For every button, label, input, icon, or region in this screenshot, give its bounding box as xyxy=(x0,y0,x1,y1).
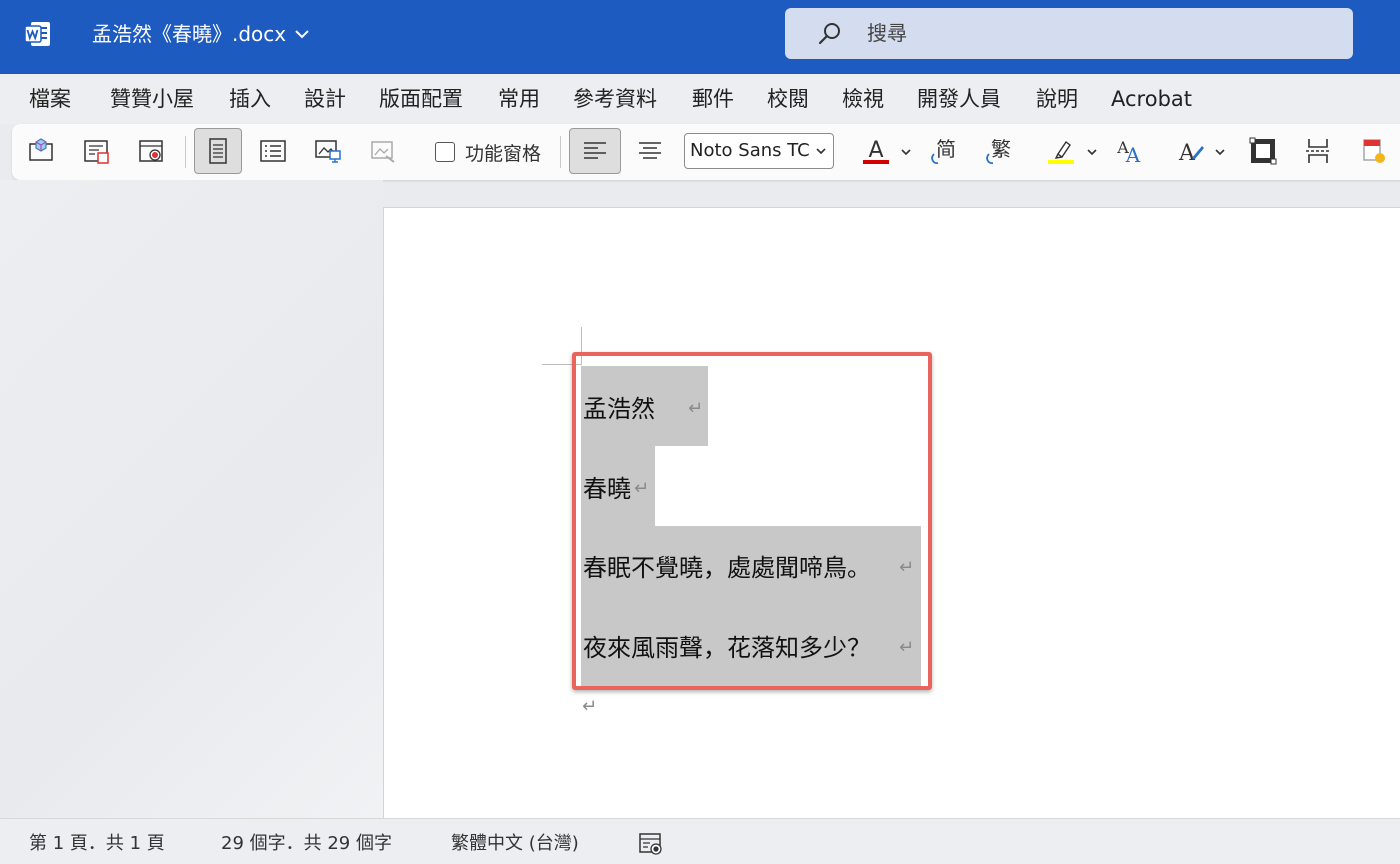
document-page[interactable] xyxy=(383,207,1400,818)
ribbon-separator xyxy=(185,136,186,168)
poem-author[interactable]: 孟浩然 xyxy=(583,393,655,425)
page-break-button[interactable] xyxy=(1294,128,1342,174)
highlighter-icon xyxy=(1048,140,1074,164)
tab-layout[interactable]: 版面配置 xyxy=(379,84,463,114)
grow-font-icon: A A xyxy=(1116,138,1141,166)
language-indicator[interactable]: 繁體中文 (台灣) xyxy=(451,832,579,856)
page-break-icon xyxy=(1306,139,1330,163)
chevron-down-icon xyxy=(816,148,826,155)
tab-insert[interactable]: 插入 xyxy=(229,84,271,114)
to-traditional-button[interactable]: 繁 xyxy=(975,128,1023,174)
image-translate-button[interactable] xyxy=(359,128,407,174)
tab-home[interactable]: 常用 xyxy=(498,84,540,114)
paragraph-mark: ↵ xyxy=(899,637,915,658)
tab-design[interactable]: 設計 xyxy=(304,84,346,114)
paragraph-mark: ↵ xyxy=(634,478,650,499)
highlight-color-button[interactable] xyxy=(1037,128,1085,174)
style-brush-icon: A xyxy=(1178,141,1204,166)
tab-developer[interactable]: 開發人員 xyxy=(917,84,1001,114)
paragraph-mark: ↵ xyxy=(582,696,598,717)
title-bar: 孟浩然《春曉》.docx 搜尋 xyxy=(0,0,1400,74)
document-title-menu[interactable]: 孟浩然《春曉》.docx xyxy=(92,20,310,48)
font-name-value: Noto Sans TC xyxy=(690,140,810,161)
nav-pane-label: 功能窗格 xyxy=(465,142,542,165)
simplified-chinese-icon: 简 xyxy=(931,137,956,164)
margin-corner-mark xyxy=(542,364,582,365)
align-center-icon xyxy=(639,142,661,159)
ribbon-toolbar: 功能窗格 Noto Sans TC A 简 繁 A A A xyxy=(12,124,1400,180)
poem-title[interactable]: 春曉 xyxy=(583,473,631,505)
tab-references[interactable]: 參考資料 xyxy=(573,84,657,114)
navigation-pane-area xyxy=(0,180,383,818)
highlight-dropdown-icon[interactable] xyxy=(1086,146,1098,158)
list-icon xyxy=(260,140,286,162)
page-setup-button[interactable] xyxy=(72,128,120,174)
cube-icon xyxy=(29,138,53,161)
ribbon-separator xyxy=(560,136,561,168)
search-box[interactable]: 搜尋 xyxy=(785,8,1353,59)
search-placeholder: 搜尋 xyxy=(867,21,907,45)
poem-line-1[interactable]: 春眠不覺曉，處處聞啼鳥。 xyxy=(583,552,871,584)
tab-acrobat[interactable]: Acrobat xyxy=(1111,84,1192,114)
picture-disabled-icon xyxy=(371,141,395,163)
print-layout-button[interactable] xyxy=(194,128,242,174)
outline-view-button[interactable] xyxy=(249,128,297,174)
styles-button[interactable]: A xyxy=(1167,128,1215,174)
document-title: 孟浩然《春曉》.docx xyxy=(92,22,287,46)
paragraph-mark: ↵ xyxy=(899,557,915,578)
svg-text:简: 简 xyxy=(936,137,956,161)
margin-corner-mark xyxy=(581,327,582,365)
font-size-button[interactable]: A A xyxy=(1105,128,1153,174)
page-count[interactable]: 第 1 頁．共 1 頁 xyxy=(29,832,165,856)
font-color-icon: A xyxy=(863,138,889,164)
margins-button[interactable] xyxy=(1239,128,1287,174)
align-left-button[interactable] xyxy=(569,128,621,174)
chevron-down-icon xyxy=(295,30,309,39)
tab-view[interactable]: 檢視 xyxy=(842,84,884,114)
frame-icon xyxy=(1249,137,1277,165)
tab-mailings[interactable]: 郵件 xyxy=(692,84,734,114)
status-bar: 第 1 頁．共 1 頁 29 個字．共 29 個字 繁體中文 (台灣) xyxy=(0,818,1400,864)
nav-pane-checkbox[interactable]: 功能窗格 xyxy=(435,136,541,168)
macro-record-icon[interactable] xyxy=(638,832,664,856)
checkbox-icon[interactable] xyxy=(435,142,455,162)
svg-text:A: A xyxy=(1125,143,1141,166)
tab-zanzan[interactable]: 贊贊小屋 xyxy=(110,84,194,114)
search-icon xyxy=(818,23,840,45)
font-color-button[interactable]: A xyxy=(852,128,900,174)
pdf-settings-icon xyxy=(1363,139,1385,163)
word-icon[interactable] xyxy=(24,20,52,48)
record-button[interactable] xyxy=(127,128,175,174)
tab-file[interactable]: 檔案 xyxy=(29,84,71,114)
web-layout-button[interactable] xyxy=(304,128,352,174)
align-center-button[interactable] xyxy=(626,128,674,174)
poem-line-2[interactable]: 夜來風雨聲，花落知多少？ xyxy=(583,632,871,664)
align-left-icon xyxy=(584,142,606,159)
font-name-select[interactable]: Noto Sans TC xyxy=(684,133,834,169)
record-window-icon xyxy=(139,140,163,162)
picture-monitor-icon xyxy=(315,140,341,163)
styles-dropdown-icon[interactable] xyxy=(1214,146,1226,158)
word-count[interactable]: 29 個字．共 29 個字 xyxy=(221,832,392,856)
svg-text:A: A xyxy=(868,138,883,163)
ribbon-tabs: 檔案 贊贊小屋 插入 設計 版面配置 常用 參考資料 郵件 校閱 檢視 開發人員… xyxy=(0,74,1400,124)
document-settings-icon xyxy=(84,140,109,164)
tab-help[interactable]: 說明 xyxy=(1036,84,1078,114)
svg-text:A: A xyxy=(1178,141,1196,166)
acrobat-settings-button[interactable] xyxy=(1349,128,1397,174)
svg-text:繁: 繁 xyxy=(991,137,1011,161)
tab-review[interactable]: 校閱 xyxy=(767,84,809,114)
font-color-dropdown-icon[interactable] xyxy=(900,146,912,158)
traditional-chinese-icon: 繁 xyxy=(986,137,1011,164)
to-simplified-button[interactable]: 简 xyxy=(920,128,968,174)
paragraph-mark: ↵ xyxy=(688,398,704,419)
3d-model-button[interactable] xyxy=(17,128,65,174)
page-icon xyxy=(209,138,227,164)
